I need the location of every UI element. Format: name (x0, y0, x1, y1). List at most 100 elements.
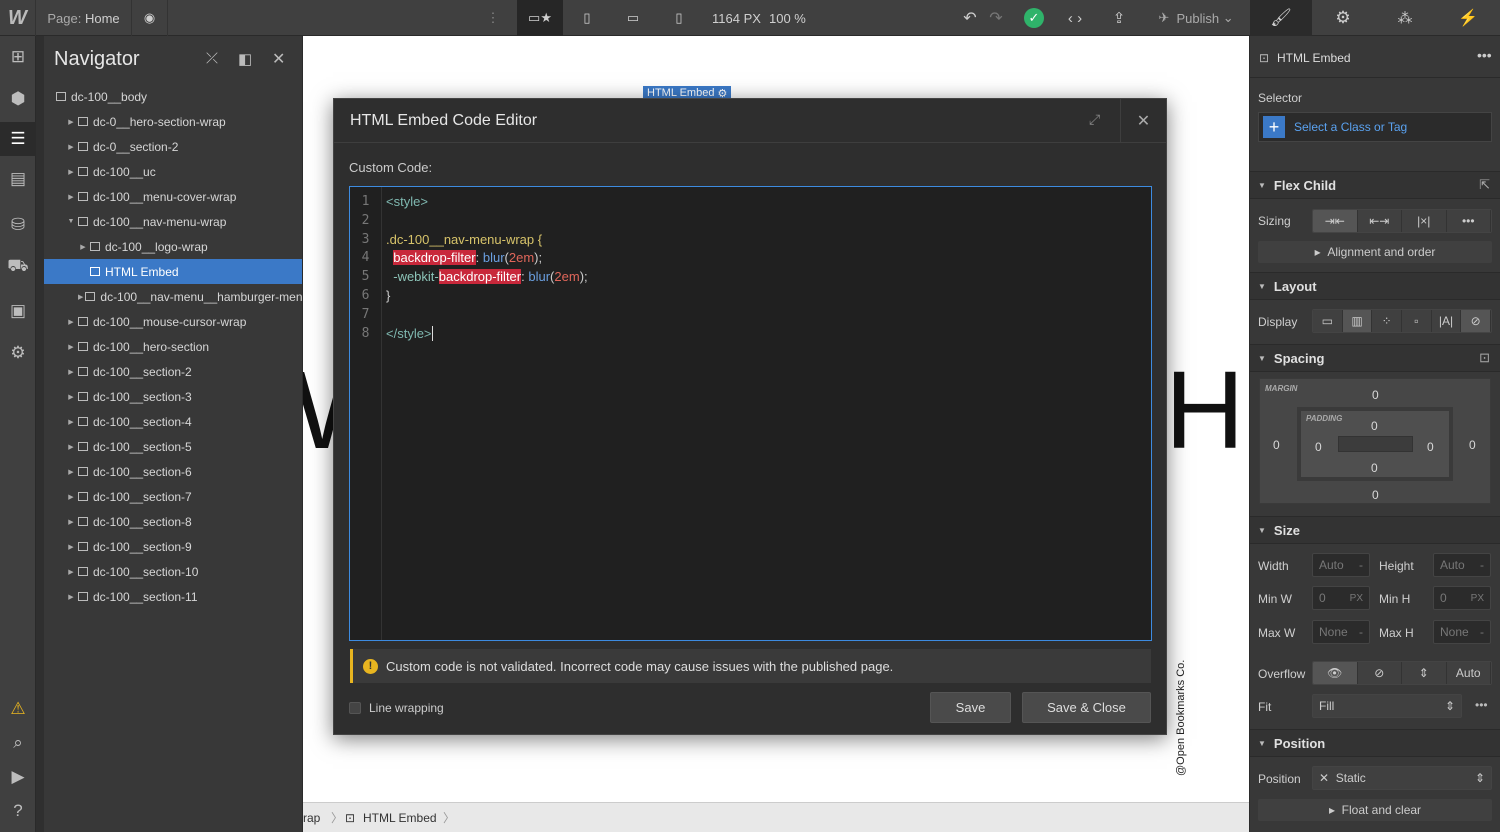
pages-icon[interactable]: ▤ (0, 162, 36, 196)
display-options[interactable]: ▭ ▥ ⁘ ▫ |A| ⊘ (1312, 309, 1492, 333)
navigator-item[interactable]: ▶ dc-100__nav-menu__hamburger-menu (44, 284, 302, 309)
expand-caret-icon[interactable]: ▶ (78, 243, 88, 251)
max-height-input[interactable]: None - (1433, 620, 1491, 644)
expand-caret-icon[interactable]: ▶ (66, 368, 76, 376)
display-block-icon[interactable]: ▭ (1313, 310, 1343, 332)
line-wrapping-checkbox[interactable] (349, 702, 361, 714)
expand-caret-icon[interactable]: ▶ (66, 443, 76, 451)
spacing-preset-icon[interactable]: ⊡ (1479, 350, 1490, 366)
expand-caret-icon[interactable]: ▶ (66, 318, 76, 326)
fit-select[interactable]: Fill ⇕ (1312, 694, 1462, 718)
more-sizing-icon[interactable]: ••• (1446, 210, 1491, 232)
expand-caret-icon[interactable]: ▶ (66, 543, 76, 551)
page-selector[interactable]: Page: Home (36, 0, 132, 36)
symbols-cube-icon[interactable]: ⬢ (0, 82, 36, 116)
margin-right[interactable]: 0 (1469, 438, 1476, 452)
more-options-icon[interactable]: ••• (1477, 47, 1492, 63)
display-inline-icon[interactable]: |A| (1431, 310, 1462, 332)
style-tab-brush-icon[interactable]: 🖌 (1250, 0, 1312, 36)
navigator-item[interactable]: ▶ dc-0__section-2 (44, 134, 302, 159)
expand-caret-icon[interactable]: ▶ (66, 343, 76, 351)
navigator-item[interactable]: ▼ dc-100__nav-menu-wrap (44, 209, 302, 234)
save-button[interactable]: Save (930, 692, 1011, 723)
navigator-item[interactable]: ▶ dc-100__section-10 (44, 559, 302, 584)
publish-button[interactable]: ✈ Publish ⌄ (1148, 0, 1244, 36)
padding-box[interactable]: PADDING 0 0 0 0 (1297, 407, 1453, 481)
code-editor[interactable]: 1 2 3 4 5 6 7 8 <style> .dc-100__nav-menu-wrap … (349, 186, 1152, 641)
float-clear-toggle[interactable]: ▸ Float and clear (1258, 799, 1492, 821)
expand-caret-icon[interactable]: ▶ (78, 293, 83, 301)
expand-caret-icon[interactable]: ▶ (66, 593, 76, 601)
fit-more-icon[interactable]: ••• (1475, 698, 1488, 712)
code-export-icon[interactable]: ‹ › (1060, 0, 1090, 36)
height-input[interactable]: Auto - (1433, 553, 1491, 577)
margin-top[interactable]: 0 (1372, 388, 1379, 402)
navigator-item[interactable]: ▶ dc-100__hero-section (44, 334, 302, 359)
padding-right[interactable]: 0 (1427, 440, 1434, 454)
navigator-item[interactable]: ▶ dc-100__section-8 (44, 509, 302, 534)
navigator-item[interactable]: ▶ dc-100__section-11 (44, 584, 302, 609)
padding-bottom[interactable]: 0 (1371, 461, 1378, 475)
navigator-item[interactable]: ▶ dc-100__section-5 (44, 434, 302, 459)
grow-icon[interactable]: ⇤⇥ (1357, 210, 1402, 232)
more-vertical-icon[interactable]: ⋮ (480, 0, 506, 36)
overflow-scroll-icon[interactable]: ⇕ (1402, 662, 1447, 684)
expand-caret-icon[interactable]: ▶ (66, 568, 76, 576)
navigator-item[interactable]: ▶ dc-100__uc (44, 159, 302, 184)
style-manager-drops-icon[interactable]: ⁂ (1374, 0, 1436, 36)
navigator-item[interactable]: ▶ dc-100__mouse-cursor-wrap (44, 309, 302, 334)
expand-caret-icon[interactable]: ▶ (66, 418, 76, 426)
display-grid-icon[interactable]: ⁘ (1372, 310, 1403, 332)
overflow-visible-eye-icon[interactable]: 👁 (1313, 662, 1358, 684)
dock-panel-icon[interactable]: ◧ (238, 50, 252, 68)
position-select[interactable]: ✕ Static ⇕ (1312, 766, 1492, 790)
section-flex-child[interactable]: ▼ Flex Child ⇱ (1250, 171, 1500, 199)
navigator-item[interactable]: ▶ dc-0__hero-section-wrap (44, 109, 302, 134)
search-icon[interactable]: ⌕ (0, 726, 36, 760)
expand-caret-icon[interactable]: ▶ (66, 493, 76, 501)
expand-caret-icon[interactable]: ▶ (66, 143, 76, 151)
navigator-item[interactable]: ▶ dc-100__menu-cover-wrap (44, 184, 302, 209)
breadcrumb-item[interactable]: HTML Embed (363, 811, 437, 825)
breadcrumb-item[interactable]: rap (303, 811, 320, 825)
display-inline-block-icon[interactable]: ▫ (1402, 310, 1432, 332)
close-icon[interactable]: ✕ (272, 49, 285, 69)
expand-icon[interactable]: ⤢ (1089, 111, 1100, 128)
min-height-input[interactable]: 0 PX (1433, 586, 1491, 610)
padding-left[interactable]: 0 (1315, 440, 1322, 454)
padding-top[interactable]: 0 (1371, 419, 1378, 433)
ecommerce-cart-icon[interactable]: ⛟ (0, 250, 36, 284)
overflow-hidden-icon[interactable]: ⊘ (1357, 662, 1402, 684)
navigator-item[interactable]: ▶ dc-100__section-6 (44, 459, 302, 484)
navigator-item[interactable]: ▶ dc-100__section-7 (44, 484, 302, 509)
expand-caret-icon[interactable]: ▶ (66, 393, 76, 401)
save-close-button[interactable]: Save & Close (1022, 692, 1151, 723)
interactions-bolt-icon[interactable]: ⚡ (1436, 0, 1500, 36)
undo-icon[interactable]: ↶ (958, 0, 982, 36)
shrink-icon[interactable]: ⇥⇤ (1313, 210, 1358, 232)
settings-gear-icon[interactable]: ⚙ (0, 336, 36, 370)
max-width-input[interactable]: None - (1312, 620, 1370, 644)
landscape-breakpoint-icon[interactable]: ▭ (611, 0, 655, 36)
section-layout[interactable]: ▼ Layout (1250, 272, 1500, 300)
section-size[interactable]: ▼ Size (1250, 516, 1500, 544)
tablet-breakpoint-icon[interactable]: ▯ (565, 0, 609, 36)
navigator-item[interactable]: HTML Embed (44, 259, 302, 284)
close-icon[interactable]: ✕ (1120, 99, 1166, 143)
share-icon[interactable]: ⇪ (1104, 0, 1134, 36)
selector-input[interactable]: + Select a Class or Tag (1258, 112, 1492, 142)
navigator-item[interactable]: ▶ dc-100__section-3 (44, 384, 302, 409)
navigator-layers-icon[interactable]: ☰ (0, 122, 36, 156)
navigator-item[interactable]: ▶ dc-100__logo-wrap (44, 234, 302, 259)
overflow-auto[interactable]: Auto (1446, 662, 1491, 684)
margin-box[interactable]: MARGIN 0 0 0 0 PADDING 0 0 0 0 (1259, 378, 1491, 504)
mobile-breakpoint-icon[interactable]: ▯ (657, 0, 701, 36)
expand-caret-icon[interactable]: ▶ (66, 193, 76, 201)
navigator-item[interactable]: dc-100__body (44, 84, 302, 109)
line-wrapping-toggle[interactable]: Line wrapping (349, 701, 444, 715)
help-icon[interactable]: ? (0, 794, 36, 828)
none-sizing-icon[interactable]: |×| (1402, 210, 1447, 232)
webflow-logo[interactable]: W (0, 0, 36, 36)
preview-eye-icon[interactable]: ◉ (132, 0, 168, 36)
expand-caret-icon[interactable]: ▶ (66, 168, 76, 176)
